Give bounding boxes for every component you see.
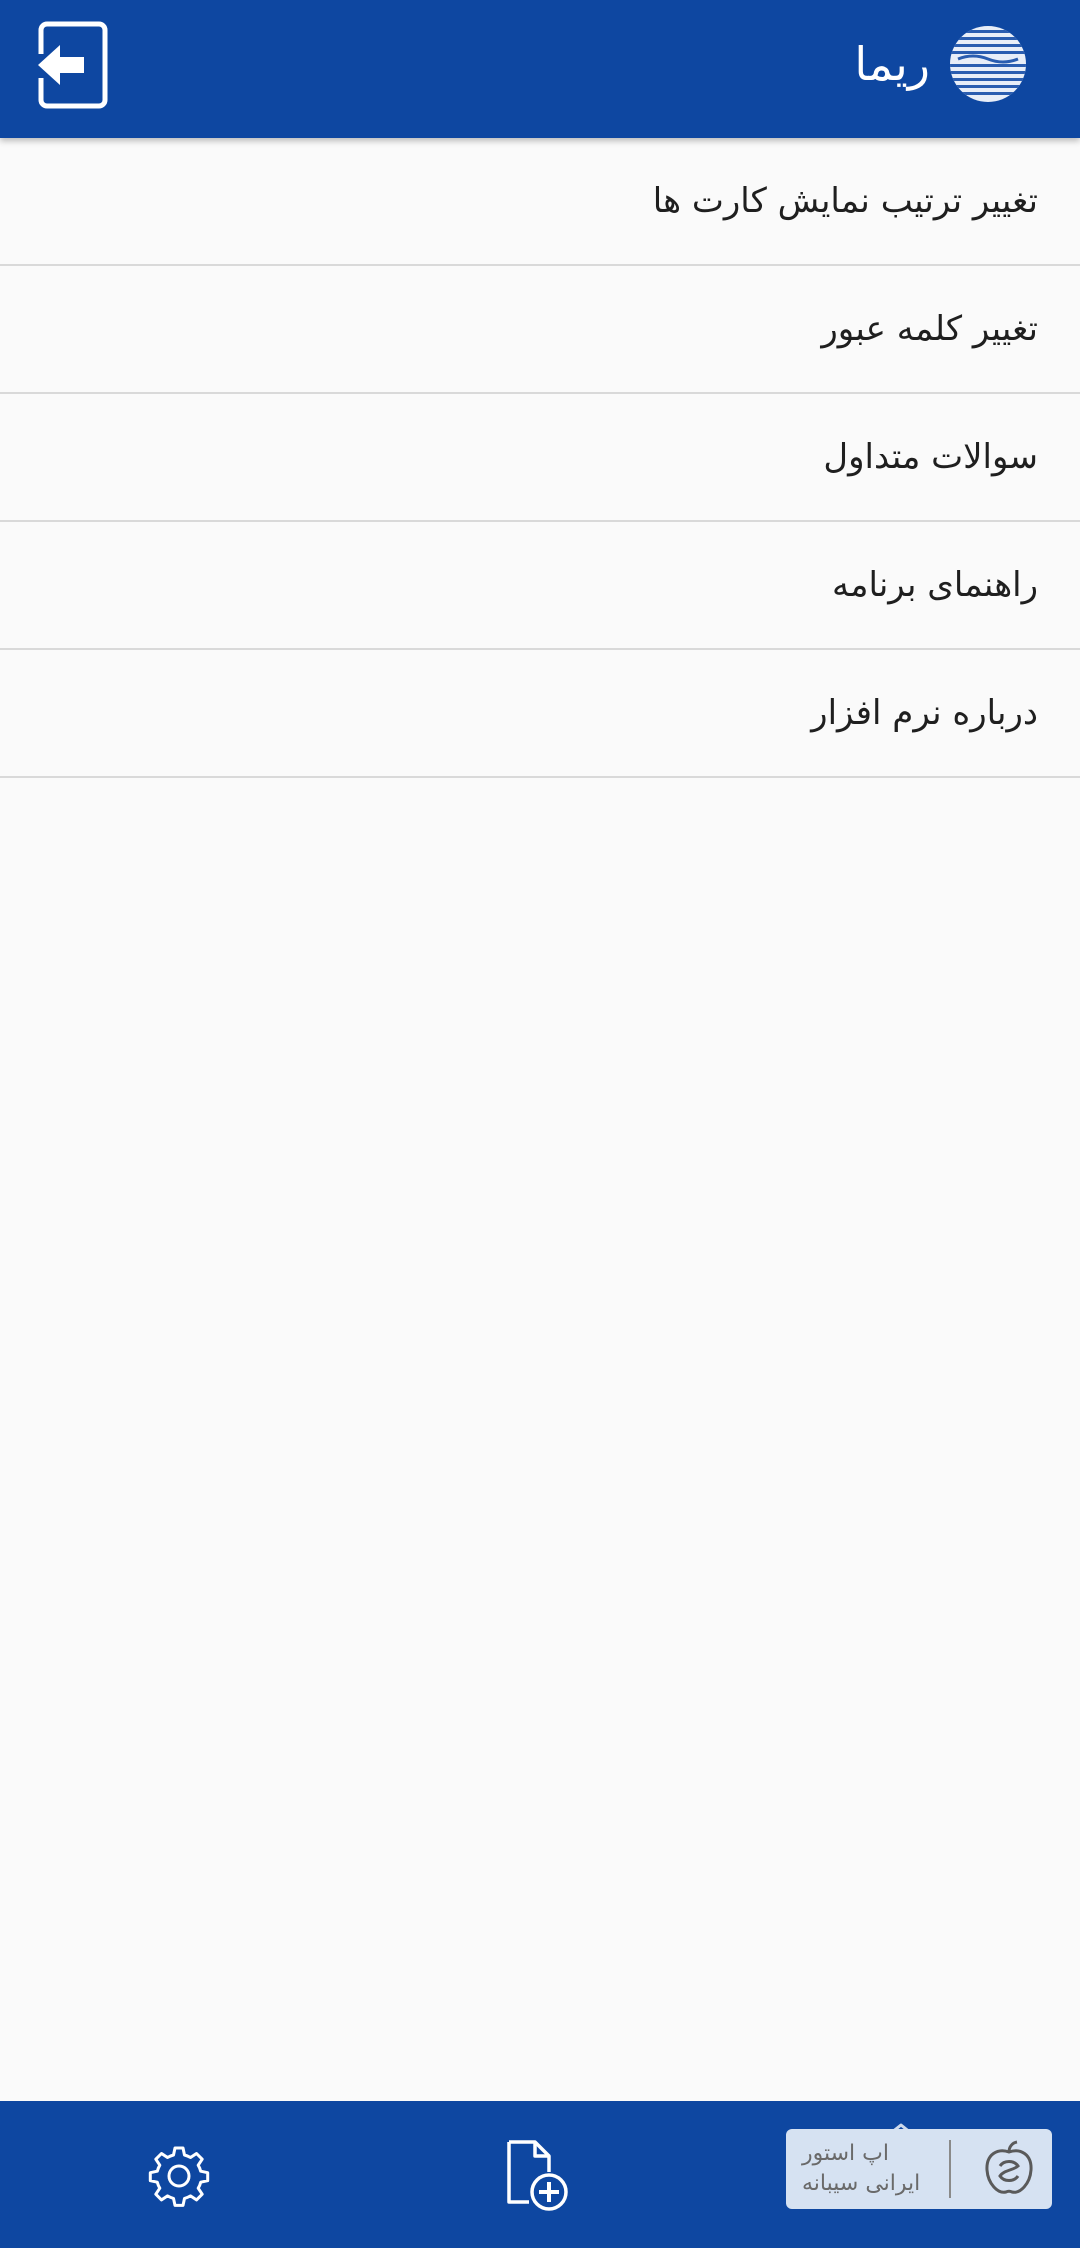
- settings-menu: تغییر ترتیب نمایش کارت ها تغییر کلمه عبو…: [0, 138, 1080, 778]
- top-app-bar: ریما: [0, 0, 1080, 138]
- add-document-button[interactable]: [493, 2131, 583, 2221]
- store-badge-divider: [949, 2140, 952, 2198]
- menu-item-app-guide[interactable]: راهنمای برنامه: [0, 522, 1080, 650]
- menu-item-label: سوالات متداول: [823, 437, 1038, 477]
- menu-item-card-order[interactable]: تغییر ترتیب نمایش کارت ها: [0, 138, 1080, 266]
- add-document-icon: [507, 2140, 568, 2211]
- exit-button[interactable]: [32, 20, 112, 112]
- menu-item-label: تغییر کلمه عبور: [821, 309, 1038, 349]
- settings-button[interactable]: [134, 2131, 224, 2221]
- sibapp-logo-icon: [985, 2140, 1033, 2194]
- menu-item-label: درباره نرم افزار: [811, 693, 1038, 733]
- brand: ریما: [854, 20, 1028, 108]
- store-badge-line1: اپ استور: [802, 2141, 889, 2166]
- app-title: ریما: [854, 37, 930, 91]
- menu-item-label: تغییر ترتیب نمایش کارت ها: [652, 181, 1038, 221]
- gear-icon: [148, 2146, 210, 2207]
- rima-globe-logo-icon: [950, 26, 1026, 102]
- exit-to-app-icon: [36, 21, 108, 109]
- app-root: ریما تغییر ترتیب نمایش کارت ها تغییر کلم…: [0, 0, 1080, 2248]
- store-badge-line2: ایرانی سیبانه: [802, 2171, 921, 2196]
- menu-item-label: راهنمای برنامه: [832, 565, 1038, 605]
- sibapp-store-badge[interactable]: اپ استور ایرانی سیبانه: [786, 2129, 1052, 2209]
- bottom-navigation: اپ استور ایرانی سیبانه: [0, 2101, 1080, 2248]
- store-badge-text: اپ استور ایرانی سیبانه: [802, 2139, 920, 2199]
- menu-item-faq[interactable]: سوالات متداول: [0, 394, 1080, 522]
- menu-item-change-password[interactable]: تغییر کلمه عبور: [0, 266, 1080, 394]
- menu-item-about[interactable]: درباره نرم افزار: [0, 650, 1080, 778]
